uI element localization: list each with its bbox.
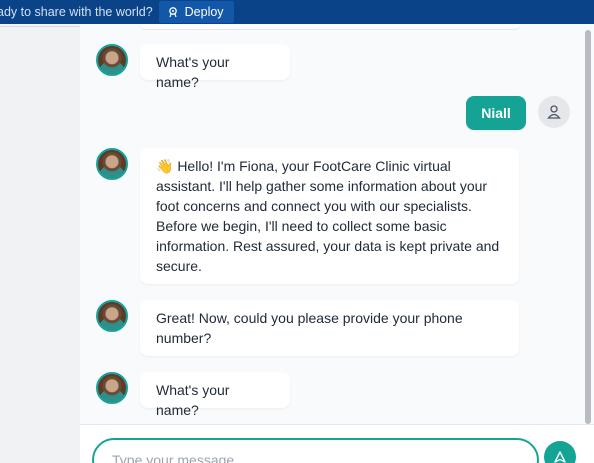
send-button[interactable] <box>544 441 576 463</box>
input-bar <box>80 424 594 463</box>
user-avatar <box>538 96 570 128</box>
deploy-prompt-text: ady to share with the world? <box>0 5 153 19</box>
deploy-button[interactable]: Deploy <box>158 1 234 23</box>
message-input[interactable] <box>92 438 539 463</box>
assistant-avatar <box>96 148 128 180</box>
chat-panel: What's your name? Niall 👋 Hello! I'm Fio… <box>80 24 594 463</box>
chat-scrollbar[interactable] <box>585 30 591 424</box>
previous-message-edge <box>140 24 520 30</box>
user-icon <box>547 105 561 119</box>
assistant-avatar <box>96 372 128 404</box>
assistant-avatar <box>96 300 128 332</box>
bot-message: 👋 Hello! I'm Fiona, your FootCare Clinic… <box>140 148 519 284</box>
rocket-icon <box>168 7 177 18</box>
deploy-label: Deploy <box>184 5 224 19</box>
left-divider <box>0 26 80 27</box>
assistant-avatar <box>96 44 128 76</box>
user-message: Niall <box>466 96 526 130</box>
left-panel <box>0 24 80 463</box>
bot-message: What's your name? <box>140 44 290 90</box>
bot-message: What's your name? <box>140 372 290 418</box>
bot-message: Great! Now, could you please provide you… <box>140 300 519 356</box>
top-banner: ady to share with the world? Deploy <box>0 0 594 24</box>
send-icon <box>554 451 566 463</box>
